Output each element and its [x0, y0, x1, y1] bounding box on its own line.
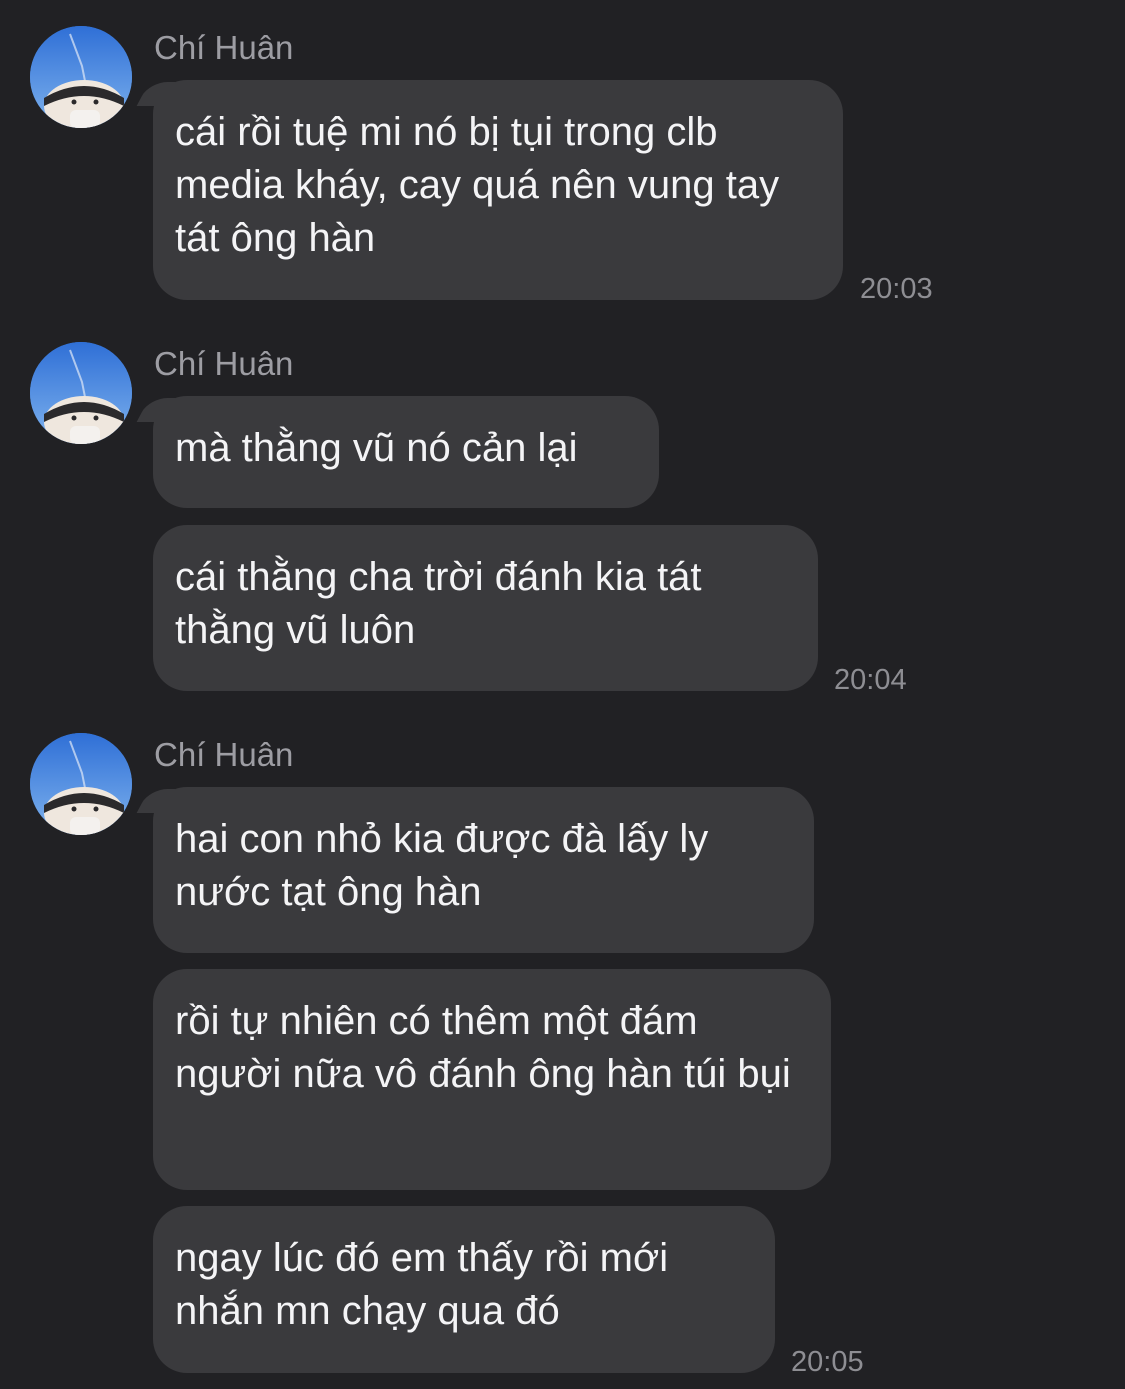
avatar[interactable] — [30, 733, 132, 835]
sender-name: Chí Huân — [154, 29, 294, 66]
message-bubble[interactable]: mà thằng vũ nó cản lại — [153, 396, 659, 508]
avatar[interactable] — [30, 342, 132, 444]
avatar-photo — [30, 733, 132, 835]
avatar[interactable] — [30, 26, 132, 128]
message-timestamp: 20:03 — [860, 273, 933, 305]
avatar-photo — [30, 342, 132, 444]
message-bubble[interactable]: ngay lúc đó em thấy rồi mới nhắn mn chạy… — [153, 1206, 775, 1373]
avatar-photo — [30, 26, 132, 128]
message-timestamp: 20:04 — [834, 664, 907, 696]
sender-name: Chí Huân — [154, 736, 294, 773]
message-timestamp: 20:05 — [791, 1346, 864, 1378]
message-bubble[interactable]: cái thằng cha trời đánh kia tát thằng vũ… — [153, 525, 818, 691]
message-bubble[interactable]: rồi tự nhiên có thêm một đám người nữa v… — [153, 969, 831, 1190]
message-bubble[interactable]: cái rồi tuệ mi nó bị tụi trong clb media… — [153, 80, 843, 300]
sender-name: Chí Huân — [154, 345, 294, 382]
message-bubble[interactable]: hai con nhỏ kia được đà lấy ly nước tạt … — [153, 787, 814, 953]
